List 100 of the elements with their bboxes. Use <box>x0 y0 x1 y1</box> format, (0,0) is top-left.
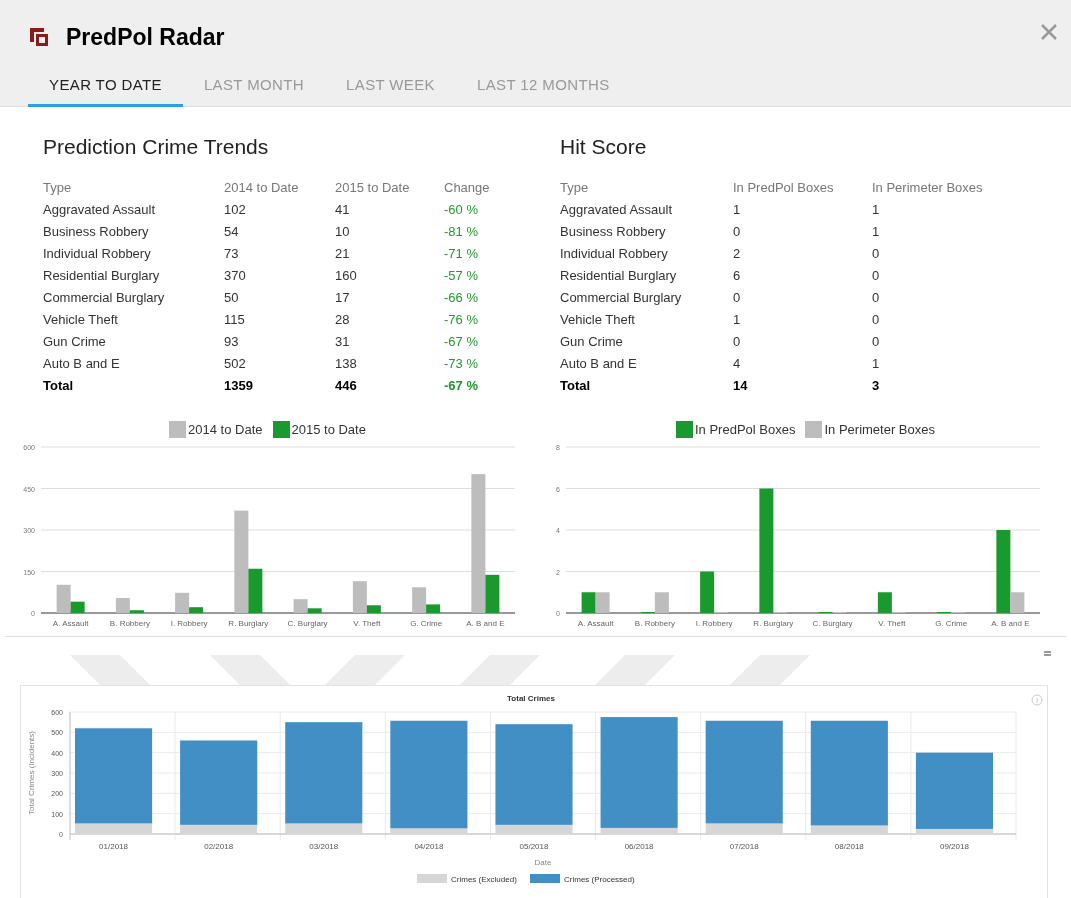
legend-label: In PredPol Boxes <box>695 420 796 439</box>
table-cell-text: 1 <box>872 200 881 219</box>
legend-label: 2014 to Date <box>188 420 263 439</box>
table-cell-text: Auto B and E <box>43 354 121 373</box>
table-cell-text: -57 % <box>444 266 479 285</box>
table-cell-text: Commercial Burglary <box>560 288 683 307</box>
table-cell-text: 0 <box>872 266 881 285</box>
table-cell-text: Residential Burglary <box>43 266 161 285</box>
table-cell-text: 4 <box>733 354 742 373</box>
table-cell-text: 1359 <box>224 376 254 395</box>
table-cell-text: Total <box>560 376 592 395</box>
table-cell-text: Vehicle Theft <box>560 310 636 329</box>
table-cell-text: 0 <box>872 244 881 263</box>
table-cell-text: Individual Robbery <box>43 244 152 263</box>
axis-label: 05/2018 <box>519 841 549 851</box>
table-cell-text: 0 <box>733 222 742 241</box>
column-header: 2015 to Date <box>335 178 411 197</box>
table-cell-text: Individual Robbery <box>560 244 669 263</box>
column-header: In Perimeter Boxes <box>872 178 984 197</box>
table-cell-text: -67 % <box>444 332 479 351</box>
section-title: Hit Score <box>559 134 648 160</box>
table-cell-text: -60 % <box>444 200 479 219</box>
section-title: Prediction Crime Trends <box>42 134 270 160</box>
chart-title: Total Crimes <box>507 693 555 703</box>
table-cell-text: 50 <box>224 288 240 307</box>
table-cell-text: 0 <box>733 332 742 351</box>
table-cell-text: Aggravated Assault <box>560 200 674 219</box>
axis-label: A. Assault <box>577 618 614 628</box>
axis-label: 07/2018 <box>729 841 759 851</box>
logo-icon <box>28 26 50 49</box>
table-cell-text: -76 % <box>444 310 479 329</box>
table-cell-text: 1 <box>872 354 881 373</box>
table-cell-text: 0 <box>872 288 881 307</box>
column-header: Change <box>444 178 491 197</box>
table-cell-text: 93 <box>224 332 240 351</box>
close-icon[interactable] <box>1040 23 1058 41</box>
table-cell-text: 502 <box>224 354 247 373</box>
axis-label: R. Burglary <box>753 618 794 628</box>
table-cell-text: 2 <box>733 244 742 263</box>
axis-title: Total Crimes (Incidents) <box>27 730 36 815</box>
column-header: In PredPol Boxes <box>733 178 835 197</box>
table-cell-text: Gun Crime <box>560 332 624 351</box>
legend-label: Crimes (Excluded) <box>451 874 517 884</box>
table-cell-text: Residential Burglary <box>560 266 678 285</box>
table-cell-text: 31 <box>335 332 351 351</box>
info-icon[interactable] <box>1031 694 1043 705</box>
table-cell-text: 0 <box>872 310 881 329</box>
axis-label: V. Theft <box>353 618 381 628</box>
table-cell-text: 138 <box>335 354 358 373</box>
axis-label: 09/2018 <box>940 841 969 851</box>
table-cell-text: -71 % <box>444 244 479 263</box>
axis-label: C. Burglary <box>812 618 853 628</box>
table-cell-text: 10 <box>335 222 351 241</box>
table-cell-text: 1 <box>872 222 881 241</box>
table-cell-text: 6 <box>733 266 742 285</box>
column-header: Type <box>560 178 590 197</box>
table-cell-text: Total <box>43 376 75 395</box>
table-cell-text: 28 <box>335 310 351 329</box>
table-cell-text: Auto B and E <box>560 354 638 373</box>
tab[interactable]: LAST WEEK <box>325 66 456 107</box>
axis-label: 08/2018 <box>834 841 864 851</box>
table-cell-text: 0 <box>733 288 742 307</box>
axis-label: A. B and E <box>466 618 505 628</box>
table-cell-text: 14 <box>733 376 749 395</box>
axis-label: A. Assault <box>52 618 89 628</box>
table-cell-text: 102 <box>224 200 247 219</box>
table-cell-text: 115 <box>224 310 246 329</box>
table-cell-text: 446 <box>335 376 358 395</box>
axis-label: B. Robbery <box>634 618 675 628</box>
table-cell-text: -66 % <box>444 288 479 307</box>
table-cell-text: 370 <box>224 266 247 285</box>
menu-icon[interactable] <box>1044 650 1051 656</box>
axis-label: R. Burglary <box>228 618 269 628</box>
table-cell-text: 21 <box>335 244 351 263</box>
table-cell-text: 17 <box>335 288 351 307</box>
table-cell-text: 1 <box>733 200 742 219</box>
legend-label: 2015 to Date <box>291 420 366 439</box>
axis-label: 03/2018 <box>309 841 339 851</box>
table-cell-text: 73 <box>224 244 240 263</box>
axis-title: Date <box>534 857 552 867</box>
tab[interactable]: LAST 12 MONTHS <box>456 66 631 107</box>
legend-label: Crimes (Processed) <box>564 874 635 884</box>
bar <box>581 591 596 613</box>
table-cell-text: -81 % <box>444 222 479 241</box>
axis-label: C. Burglary <box>287 618 328 628</box>
table-cell-text: 54 <box>224 222 240 241</box>
table-cell-text: Business Robbery <box>43 222 150 241</box>
table-cell-text: Business Robbery <box>560 222 667 241</box>
table-cell-text: 41 <box>335 200 351 219</box>
tab[interactable]: LAST MONTH <box>182 66 326 107</box>
axis-label: V. Theft <box>878 618 906 628</box>
axis-label: 04/2018 <box>414 841 444 851</box>
table-cell-text: Commercial Burglary <box>43 288 166 307</box>
tab[interactable]: YEAR TO DATE <box>28 66 183 107</box>
axis-label: I. Robbery <box>695 618 733 628</box>
table-cell-text: Aggravated Assault <box>43 200 157 219</box>
axis-label: A. B and E <box>991 618 1030 628</box>
legend-label: In Perimeter Boxes <box>824 420 935 439</box>
column-header: 2014 to Date <box>224 178 300 197</box>
table-cell-text: Gun Crime <box>43 332 107 351</box>
